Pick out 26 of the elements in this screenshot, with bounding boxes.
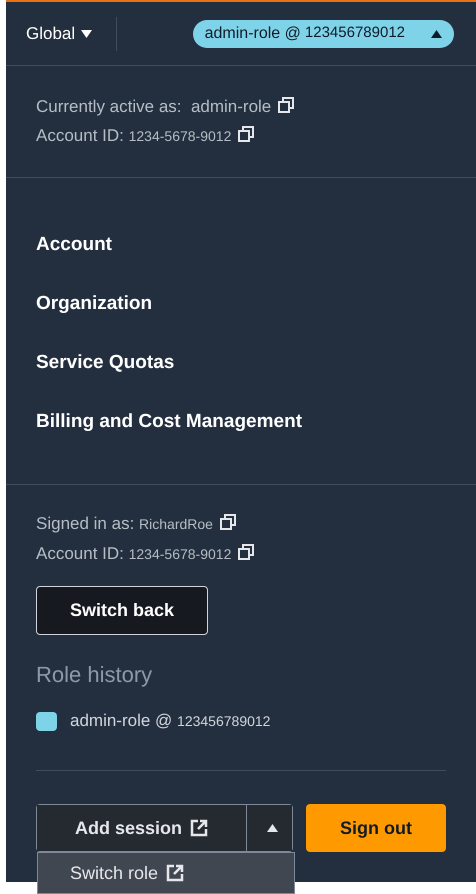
menu-link[interactable]: Billing and Cost Management <box>36 405 302 438</box>
account-id-text: Account ID: 1234-5678-9012 <box>36 544 232 563</box>
add-session-button[interactable]: Add session <box>37 805 247 851</box>
external-link-icon <box>190 819 208 837</box>
role-history-link[interactable]: admin-role @ 123456789012 <box>70 706 270 736</box>
external-link-icon <box>166 864 184 882</box>
signed-in-text: Signed in as: RichardRoe <box>36 514 213 533</box>
caret-icon <box>81 30 92 38</box>
account-id-text: Account ID: 1234-5678-9012 <box>36 126 232 145</box>
menu-link[interactable]: Organization <box>36 287 152 320</box>
dropdown-item[interactable]: Switch role <box>38 853 216 893</box>
sign-out-button[interactable]: Sign out <box>306 804 446 852</box>
dropdown-toggle[interactable] <box>247 805 292 851</box>
session-badge[interactable]: admin-role @ 123456789012 <box>192 20 454 48</box>
caret-icon <box>267 824 278 832</box>
copy-icon[interactable] <box>277 96 296 114</box>
switch-back-button[interactable]: Switch back <box>36 586 208 635</box>
active-role-text: Currently active as: admin-role <box>36 97 272 116</box>
region-selector[interactable]: Global <box>26 16 118 50</box>
role-history-heading: Role history <box>36 661 154 689</box>
menu-link[interactable]: Service Quotas <box>36 346 174 379</box>
menu-link[interactable]: Account <box>36 228 112 261</box>
copy-icon[interactable] <box>237 125 256 143</box>
copy-icon[interactable] <box>237 543 256 561</box>
copy-icon[interactable] <box>218 513 237 531</box>
caret-icon <box>431 30 442 38</box>
